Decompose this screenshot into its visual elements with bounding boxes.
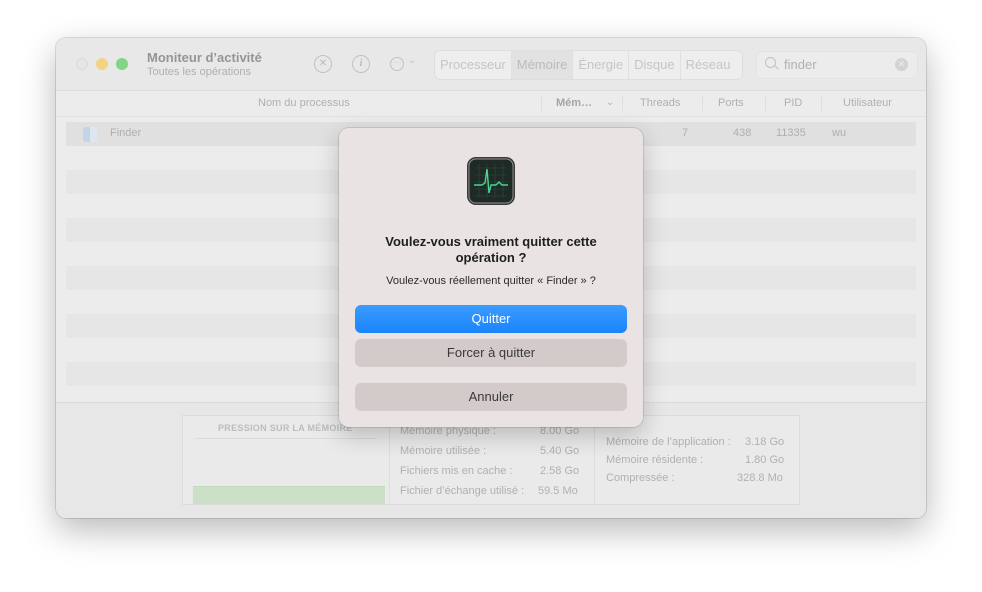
cancel-button[interactable]: Annuler xyxy=(355,383,627,411)
force-quit-button[interactable]: Forcer à quitter xyxy=(355,339,627,367)
quit-confirmation-dialog: Voulez-vous vraiment quitter cette opéra… xyxy=(339,128,643,427)
activity-monitor-icon xyxy=(467,157,515,205)
dialog-title: Voulez-vous vraiment quitter cette opéra… xyxy=(385,234,597,265)
dialog-message: Voulez-vous réellement quitter « Finder … xyxy=(386,275,596,287)
quit-button[interactable]: Quitter xyxy=(355,305,627,333)
